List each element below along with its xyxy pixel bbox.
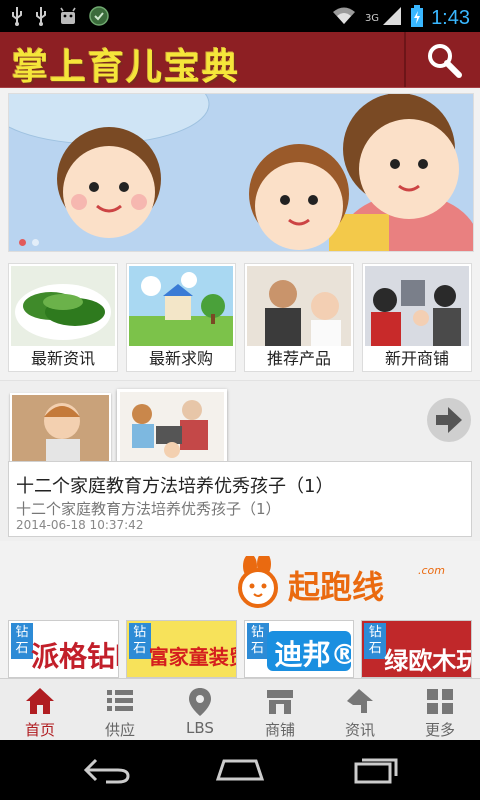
quick-link-label: 最新求购	[148, 349, 213, 368]
banner-image	[9, 94, 473, 251]
quick-link-latest-purchase[interactable]: 最新求购	[126, 263, 236, 372]
tab-news[interactable]: 资讯	[320, 679, 400, 741]
tab-more[interactable]: 更多	[400, 679, 480, 741]
sponsor-ad[interactable]: 钻石 派格钻时	[8, 620, 119, 678]
ad-text: 富家童装贸易	[148, 645, 236, 669]
home-icon	[26, 688, 54, 714]
sponsor-ad[interactable]: 钻石 绿欧木玩	[361, 620, 472, 678]
landscape-thumbnail	[129, 266, 233, 346]
search-icon	[428, 44, 462, 78]
location-pin-icon	[189, 688, 211, 716]
sponsor-ads: 钻石 派格钻时 钻石 富家童装贸易 钻石 迪邦® 钻石 绿欧木玩	[8, 620, 472, 678]
tab-label: 资讯	[344, 721, 375, 739]
app-header: 掌上育儿宝典	[0, 32, 480, 88]
vegetables-thumbnail	[11, 266, 115, 346]
ad-tag: 钻石	[128, 623, 151, 659]
list-icon	[107, 690, 133, 711]
tab-stores[interactable]: 商铺	[240, 679, 320, 741]
quick-link-label: 新开商铺	[384, 349, 449, 368]
news-icon	[347, 689, 373, 713]
battery-icon	[411, 5, 424, 31]
news-title: 十二个家庭教育方法培养优秀孩子（1）	[16, 476, 334, 497]
quick-link-new-stores[interactable]: 新开商铺	[362, 263, 472, 372]
ad-tag: 钻石	[246, 623, 269, 659]
sponsor-ad[interactable]: 钻石 迪邦®	[243, 620, 355, 678]
store-icon	[267, 690, 293, 714]
sponsor-ad[interactable]: 钻石 富家童装贸易	[125, 620, 237, 678]
ad-tag: 钻石	[364, 623, 387, 659]
carousel-dot[interactable]	[32, 239, 39, 246]
tab-lbs[interactable]: LBS	[160, 679, 240, 741]
brand-name: 起跑线	[288, 568, 385, 606]
usb-icon	[10, 6, 24, 31]
header-divider	[404, 32, 406, 87]
signal-icon	[381, 6, 403, 30]
quick-link-recommended-products[interactable]: 推荐产品	[244, 263, 354, 372]
quick-link-label: 推荐产品	[266, 349, 331, 368]
gallery-thumbnail-selected[interactable]	[117, 389, 227, 467]
ad-tag: 钻石	[11, 623, 33, 659]
news-card[interactable]: 十二个家庭教育方法培养优秀孩子（1） 十二个家庭教育方法培养优秀孩子（1） 20…	[8, 461, 472, 537]
usb-icon	[34, 6, 48, 31]
home-nav-icon	[215, 759, 265, 781]
grid-icon	[427, 689, 453, 714]
app-title: 掌上育儿宝典	[12, 47, 241, 88]
gallery-next-button[interactable]	[427, 398, 471, 442]
family-thumbnail	[365, 266, 469, 346]
android-debug-icon	[58, 6, 78, 31]
home-button[interactable]	[210, 752, 270, 788]
tab-supply[interactable]: 供应	[80, 679, 160, 741]
network-type: 3G	[364, 12, 380, 24]
quick-link-label: 最新资讯	[30, 349, 95, 368]
brand-domain: .com	[418, 564, 445, 577]
gallery-thumbnail[interactable]	[10, 393, 111, 463]
tab-label: 供应	[104, 721, 135, 739]
wifi-icon	[331, 6, 357, 30]
ad-text: 派格钻时	[31, 640, 118, 673]
ad-text: 绿欧木玩	[384, 647, 472, 675]
clock: 1:43	[431, 6, 470, 29]
tab-label: 首页	[24, 721, 55, 739]
brand-logo[interactable]: 起跑线 .com	[232, 556, 452, 610]
quick-links: 最新资讯 最新求购 推荐产品 新开商铺	[8, 263, 472, 372]
ad-text: 迪邦®	[274, 638, 355, 671]
rabbit-logo-icon	[238, 556, 278, 608]
child-photo	[12, 395, 109, 461]
tab-label: 商铺	[264, 721, 295, 739]
tab-label: 更多	[424, 721, 455, 739]
carousel-dot[interactable]	[19, 239, 26, 246]
quick-link-latest-news[interactable]: 最新资讯	[8, 263, 118, 372]
status-bar: 3G 1:43	[0, 0, 480, 32]
bottom-tab-bar: 首页 供应 LBS 商铺 资讯 更多	[0, 678, 480, 741]
banner-carousel[interactable]	[8, 93, 474, 252]
back-icon	[83, 758, 130, 784]
tab-label: LBS	[186, 719, 214, 737]
news-date: 2014-06-18 10:37:42	[16, 518, 144, 532]
news-subtitle: 十二个家庭教育方法培养优秀孩子（1）	[16, 500, 281, 518]
father-baby-thumbnail	[247, 266, 351, 346]
search-button[interactable]	[420, 38, 468, 82]
security-icon	[88, 6, 110, 31]
carousel-indicator	[19, 239, 39, 246]
arrow-right-icon	[436, 407, 462, 433]
recent-apps-button[interactable]	[346, 752, 406, 788]
tab-home[interactable]: 首页	[0, 679, 80, 741]
family-computer-photo	[120, 392, 224, 464]
system-nav-bar	[0, 740, 480, 800]
back-button[interactable]	[76, 752, 136, 788]
recent-apps-icon	[354, 758, 398, 784]
